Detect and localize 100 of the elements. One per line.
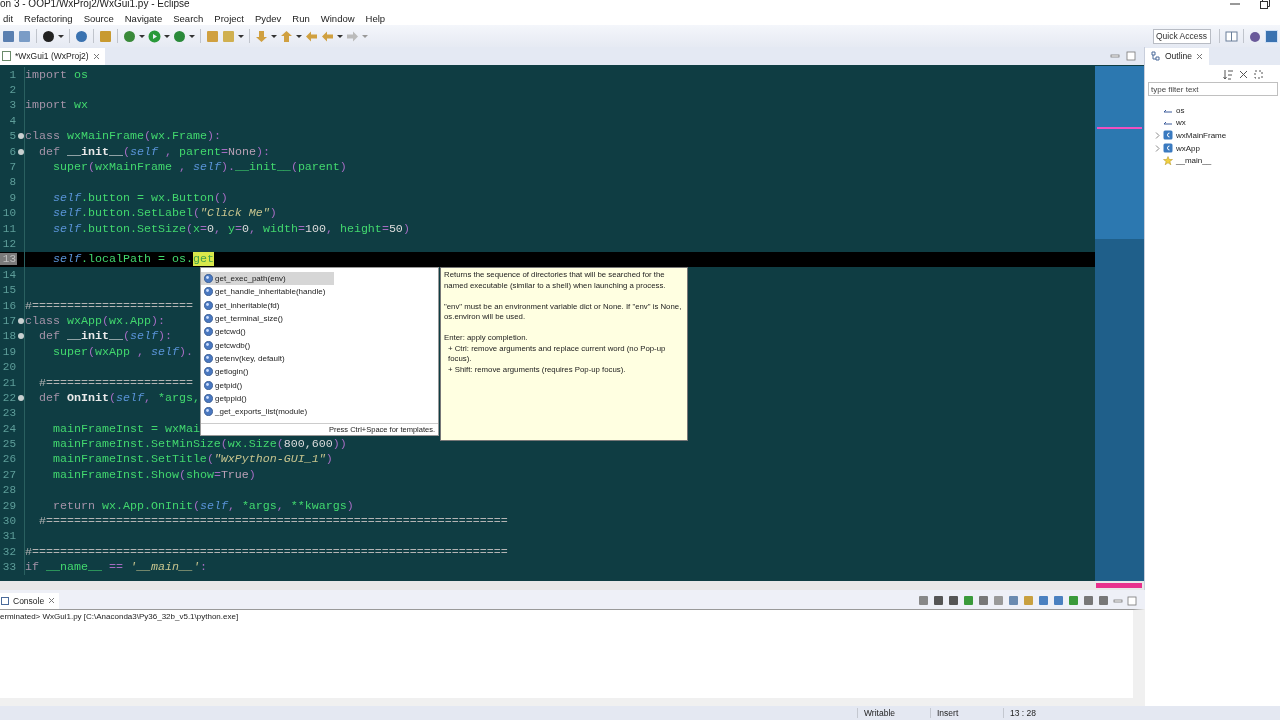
code-line: self.button = wx.Button() bbox=[51, 190, 228, 205]
quick-access-field[interactable]: Quick Access bbox=[1153, 28, 1211, 44]
line-number: 28 bbox=[1, 484, 17, 497]
completion-item[interactable]: getlogin() bbox=[201, 365, 334, 379]
menu-item[interactable]: Window bbox=[317, 12, 360, 24]
completion-item[interactable]: getcwdb() bbox=[201, 338, 334, 352]
line-number: 16 bbox=[1, 299, 17, 312]
code-line: mainFrameInst.Show(show=True) bbox=[51, 467, 256, 482]
completion-item[interactable]: get_exec_path(env) bbox=[201, 272, 334, 286]
code-line: import wx bbox=[25, 98, 88, 113]
line-number: 11 bbox=[1, 222, 17, 235]
line-number: 30 bbox=[1, 515, 17, 527]
method-icon bbox=[204, 353, 213, 363]
status-text: 13 : 28 bbox=[1003, 708, 1070, 718]
line-number: 22 bbox=[1, 391, 17, 404]
code-line: class wxMainFrame(wx.Frame): bbox=[25, 129, 221, 144]
line-number: 17 bbox=[1, 314, 17, 327]
line-number: 9 bbox=[8, 191, 17, 204]
menu-item[interactable]: Pydev bbox=[251, 12, 287, 24]
code-line: self.button.SetSize(x=0, y=0, width=100, height=50) bbox=[51, 221, 410, 236]
minimize-icon[interactable] bbox=[1110, 51, 1120, 61]
code-line: def __init__(self): bbox=[38, 329, 172, 344]
outline-item[interactable]: wxApp bbox=[1176, 143, 1200, 153]
outline-item[interactable]: wx bbox=[1176, 118, 1186, 128]
line-number: 5 bbox=[8, 130, 17, 143]
line-number: 24 bbox=[1, 422, 17, 435]
menu-item[interactable]: dit bbox=[0, 12, 19, 24]
line-number: 8 bbox=[8, 176, 17, 189]
code-line: mainFrameInst.SetMinSize(wx.Size(800,600)) bbox=[51, 437, 347, 452]
menu-item[interactable]: Source bbox=[80, 12, 119, 24]
completion-item[interactable]: getcwd() bbox=[201, 325, 334, 339]
method-icon bbox=[204, 327, 213, 337]
method-icon bbox=[204, 300, 213, 310]
class-icon bbox=[1163, 143, 1173, 154]
line-number: 10 bbox=[1, 207, 17, 220]
line-number: 7 bbox=[8, 161, 17, 174]
scroll-thumb[interactable] bbox=[1096, 583, 1142, 588]
ruler-marker bbox=[1097, 127, 1142, 129]
line-number: 19 bbox=[1, 345, 17, 358]
line-number: 3 bbox=[8, 99, 17, 112]
fold-icon[interactable] bbox=[17, 317, 24, 324]
completion-item[interactable]: getpid() bbox=[201, 378, 334, 392]
close-icon[interactable] bbox=[92, 52, 100, 60]
fold-icon[interactable] bbox=[17, 133, 24, 140]
close-icon[interactable] bbox=[48, 597, 56, 604]
method-icon bbox=[204, 287, 213, 297]
code-line: #================================================================== bbox=[38, 514, 508, 528]
outline-tab[interactable]: Outline bbox=[1145, 47, 1209, 65]
line-number: 23 bbox=[1, 407, 17, 420]
completion-item[interactable]: getppid() bbox=[201, 391, 334, 405]
completion-item[interactable]: get_handle_inheritable(handle) bbox=[201, 285, 334, 299]
method-icon bbox=[204, 393, 213, 403]
fold-icon[interactable] bbox=[17, 148, 24, 155]
code-line: if __name__ == '__main__': bbox=[25, 560, 207, 575]
perspective-icon[interactable] bbox=[1225, 29, 1238, 43]
menu-item[interactable]: Search bbox=[170, 12, 209, 24]
window-title: on 3 - OOP1/WxProj2/WxGui1.py - Eclipse bbox=[0, 0, 191, 9]
editor-tab[interactable]: *WxGui1 (WxProj2) bbox=[0, 47, 105, 65]
maximize-icon[interactable] bbox=[1127, 595, 1137, 606]
menu-item[interactable]: Help bbox=[362, 12, 391, 24]
line-number: 25 bbox=[1, 438, 17, 451]
method-icon bbox=[204, 314, 213, 324]
completion-item[interactable]: getenv(key, default) bbox=[201, 351, 334, 366]
maximize-icon[interactable] bbox=[1126, 51, 1136, 61]
outline-item[interactable]: wxMainFrame bbox=[1176, 131, 1227, 140]
console-tab[interactable]: Console bbox=[0, 592, 60, 609]
code-line: self.localPath = os.get bbox=[51, 252, 214, 267]
scroll-thumb[interactable] bbox=[1095, 66, 1144, 239]
menu-item[interactable]: Run bbox=[289, 12, 315, 24]
line-number: 20 bbox=[1, 361, 17, 374]
method-icon bbox=[204, 274, 213, 284]
outline-item[interactable]: os bbox=[1176, 105, 1185, 115]
class-icon bbox=[1163, 130, 1173, 141]
filter-field[interactable]: type filter text bbox=[1148, 82, 1278, 96]
completion-item[interactable]: _get_exports_list(module) bbox=[201, 404, 334, 419]
completion-item[interactable]: get_terminal_size() bbox=[201, 311, 334, 326]
outline-item[interactable]: __main__ bbox=[1176, 156, 1212, 166]
restore-icon[interactable] bbox=[1260, 0, 1270, 9]
sort-icon[interactable] bbox=[1223, 69, 1234, 80]
fold-icon[interactable] bbox=[17, 333, 24, 340]
code-line: class wxApp(wx.App): bbox=[25, 313, 165, 328]
status-text: Writable bbox=[857, 708, 924, 718]
code-line: super(wxApp , self). bbox=[51, 344, 193, 359]
line-number: 13 bbox=[0, 253, 17, 266]
line-number: 33 bbox=[1, 561, 17, 574]
method-icon bbox=[204, 380, 213, 390]
line-number: 2 bbox=[8, 84, 17, 97]
fold-icon[interactable] bbox=[17, 394, 24, 401]
menu-item[interactable]: Project bbox=[211, 12, 249, 24]
menu-item[interactable]: Refactoring bbox=[21, 12, 78, 24]
line-number: 31 bbox=[1, 530, 17, 543]
completion-item[interactable]: get_inheritable(fd) bbox=[201, 298, 334, 312]
line-number: 6 bbox=[8, 145, 17, 158]
code-line: def OnInit(self, *args, bbox=[38, 390, 200, 405]
menu-item[interactable]: Navigate bbox=[121, 12, 168, 24]
method-icon bbox=[204, 340, 213, 350]
close-icon[interactable] bbox=[1195, 52, 1203, 60]
collapse-all-icon[interactable] bbox=[1238, 69, 1249, 80]
code-line: #===================== bbox=[38, 375, 193, 390]
method-icon bbox=[204, 367, 213, 377]
